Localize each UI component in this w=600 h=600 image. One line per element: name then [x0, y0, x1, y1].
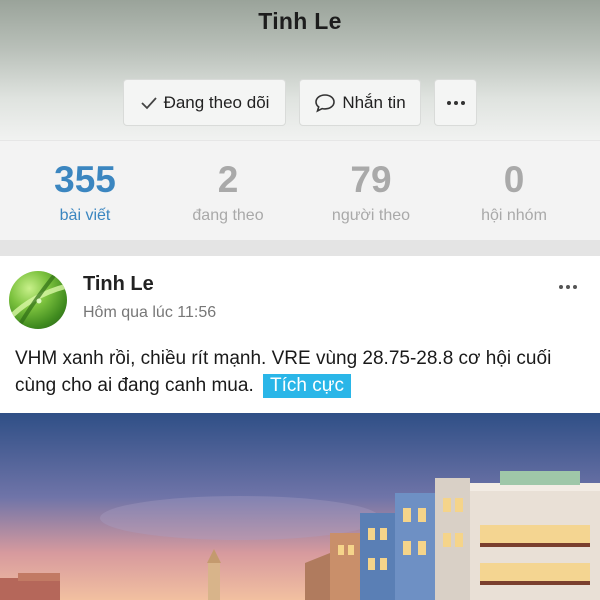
sentiment-tag[interactable]: Tích cực	[263, 374, 351, 398]
section-divider	[0, 240, 600, 256]
message-button-label: Nhắn tin	[342, 92, 406, 112]
chat-bubble-icon	[315, 93, 336, 113]
post-image[interactable]	[0, 413, 600, 600]
message-button[interactable]: Nhắn tin	[299, 79, 421, 126]
stat-posts-label: bài viết	[59, 207, 111, 224]
post-more-options-icon[interactable]	[553, 280, 583, 294]
checkmark-icon	[140, 96, 157, 109]
grass-leaf-avatar-image	[9, 271, 67, 329]
post-card: Tinh Le Hôm qua lúc 11:56 VHM xanh rồi, …	[0, 256, 600, 600]
post-content: VHM xanh rồi, chiều rít mạnh. VRE vùng 2…	[15, 345, 590, 399]
more-options-button[interactable]	[434, 79, 477, 126]
stat-followers-label: người theo	[331, 207, 411, 224]
stat-posts-value: 355	[54, 159, 116, 200]
following-button-label: Đang theo dõi	[163, 92, 270, 112]
post-timestamp: Hôm qua lúc 11:56	[83, 304, 217, 321]
stat-following-label: đang theo	[192, 207, 264, 224]
profile-stats: 355 bài viết 2 đang theo 79 người theo 0…	[0, 140, 600, 240]
post-author-name[interactable]: Tinh Le	[83, 273, 154, 296]
stat-followers-value: 79	[350, 159, 392, 200]
stat-following-value: 2	[217, 159, 239, 200]
profile-header: Tinh Le Đang theo dõi Nhắn tin	[0, 0, 600, 140]
stat-following[interactable]: 2 đang theo	[153, 159, 303, 225]
profile-name: Tinh Le	[258, 8, 342, 34]
ellipsis-icon	[446, 100, 465, 105]
stat-groups[interactable]: 0 hội nhóm	[439, 159, 589, 225]
avatar[interactable]	[9, 271, 67, 329]
stat-followers[interactable]: 79 người theo	[296, 159, 446, 225]
stat-groups-label: hội nhóm	[481, 207, 547, 224]
stat-posts[interactable]: 355 bài viết	[10, 159, 160, 225]
stat-groups-value: 0	[503, 159, 525, 200]
resort-buildings-photo	[0, 413, 600, 600]
following-button[interactable]: Đang theo dõi	[123, 79, 286, 126]
